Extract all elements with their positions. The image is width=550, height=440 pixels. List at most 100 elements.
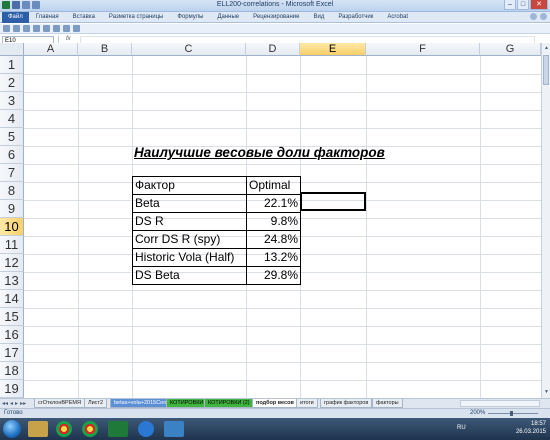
row-header-4[interactable]: 4 <box>0 110 24 128</box>
row-header-18[interactable]: 18 <box>0 362 24 380</box>
row-header-15[interactable]: 15 <box>0 308 24 326</box>
cell-c9[interactable]: Фактор <box>135 176 175 194</box>
cell-d13[interactable]: 13.2% <box>246 248 298 266</box>
worksheet-grid[interactable]: A B C D E F G 1 2 3 4 5 6 7 8 9 10 11 12… <box>0 43 541 398</box>
internet-explorer-icon[interactable] <box>138 421 154 437</box>
tab-review[interactable]: Рецензирование <box>246 14 306 20</box>
save-icon[interactable] <box>23 25 30 32</box>
scroll-thumb[interactable] <box>543 55 549 85</box>
preview-icon[interactable] <box>43 25 50 32</box>
chrome-icon[interactable] <box>56 421 72 437</box>
scroll-down-icon[interactable]: ▼ <box>543 389 550 396</box>
cell-d14[interactable]: 29.8% <box>246 266 298 284</box>
row-header-1[interactable]: 1 <box>0 56 24 74</box>
sheet-tab-7[interactable]: итоги <box>296 399 318 408</box>
sheet-tab-1[interactable]: сгОтклонВРЕМЯ <box>34 399 85 408</box>
zoom-slider-handle[interactable] <box>510 411 513 416</box>
vertical-scrollbar[interactable]: ▲ ▼ <box>541 43 550 398</box>
redo-icon[interactable] <box>63 25 70 32</box>
row-header-2[interactable]: 2 <box>0 74 24 92</box>
ribbon-minimize-icon[interactable] <box>530 13 537 20</box>
open-icon[interactable] <box>13 25 20 32</box>
sheet-tab-2[interactable]: Лист2 <box>84 399 108 408</box>
column-header-a[interactable]: A <box>24 43 78 56</box>
gridline <box>24 74 541 75</box>
minimize-button[interactable]: – <box>504 0 516 10</box>
row-header-19[interactable]: 19 <box>0 380 24 398</box>
row-header-11[interactable]: 11 <box>0 236 24 254</box>
start-button[interactable] <box>3 420 21 438</box>
maximize-button[interactable]: □ <box>517 0 529 10</box>
system-clock[interactable]: 18:57 26.03.2015 <box>516 420 546 436</box>
excel-icon[interactable] <box>108 421 128 437</box>
undo-icon[interactable] <box>53 25 60 32</box>
word-icon[interactable] <box>164 421 184 437</box>
cell-c13[interactable]: Historic Vola (Half) <box>135 248 234 266</box>
column-header-b[interactable]: B <box>78 43 132 56</box>
row-header-6[interactable]: 6 <box>0 146 24 164</box>
zoom-slider[interactable] <box>488 411 538 416</box>
sheet-tab-3[interactable]: betas+vola+2015Corr <box>110 399 171 408</box>
tab-acrobat[interactable]: Acrobat <box>380 14 415 20</box>
select-all-corner[interactable] <box>0 43 24 56</box>
chrome-icon[interactable] <box>82 421 98 437</box>
cell-d10[interactable]: 22.1% <box>246 194 298 212</box>
horizontal-scrollbar[interactable] <box>460 400 540 407</box>
column-header-e[interactable]: E <box>300 43 366 56</box>
column-header-d[interactable]: D <box>246 43 300 56</box>
sort-icon[interactable] <box>73 25 80 32</box>
prev-sheet-icon[interactable]: ◂ <box>10 400 13 407</box>
cell-c10[interactable]: Beta <box>135 194 160 212</box>
active-cell-selection[interactable] <box>300 192 366 211</box>
row-header-14[interactable]: 14 <box>0 290 24 308</box>
column-header-c[interactable]: C <box>132 43 246 56</box>
sheet-tab-6[interactable]: подбор весов <box>252 399 298 408</box>
gridline <box>78 56 79 398</box>
tab-home[interactable]: Главная <box>29 14 66 20</box>
tab-formulas[interactable]: Формулы <box>170 14 210 20</box>
row-header-13[interactable]: 13 <box>0 272 24 290</box>
row-header-9[interactable]: 9 <box>0 200 24 218</box>
cell-d9[interactable]: Optimal <box>249 176 290 194</box>
row-header-3[interactable]: 3 <box>0 92 24 110</box>
tab-developer[interactable]: Разработчик <box>331 14 380 20</box>
explorer-icon[interactable] <box>28 421 48 437</box>
sheet-tab-8[interactable]: график факторов <box>320 399 373 408</box>
scroll-up-icon[interactable]: ▲ <box>543 45 550 52</box>
row-header-7[interactable]: 7 <box>0 164 24 182</box>
gridline <box>24 308 541 309</box>
gridline <box>24 290 541 291</box>
tab-file[interactable]: Файл <box>2 11 29 23</box>
sheet-tab-5[interactable]: КОТИРОВКИ (2) <box>204 399 254 408</box>
row-header-8[interactable]: 8 <box>0 182 24 200</box>
zoom-level[interactable]: 200% <box>470 410 485 416</box>
cell-c12[interactable]: Corr DS R (spy) <box>135 230 220 248</box>
tab-insert[interactable]: Вставка <box>66 14 102 20</box>
row-header-12[interactable]: 12 <box>0 254 24 272</box>
row-header-17[interactable]: 17 <box>0 344 24 362</box>
row-header-10[interactable]: 10 <box>0 218 24 236</box>
print-icon[interactable] <box>33 25 40 32</box>
fx-icon[interactable]: fx <box>66 36 71 42</box>
tab-page-layout[interactable]: Разметка страницы <box>102 14 170 20</box>
sheet-tab-4[interactable]: КОТИРОВКИ <box>166 399 208 408</box>
cell-d12[interactable]: 24.8% <box>246 230 298 248</box>
sheet-tab-9[interactable]: факторы <box>372 399 403 408</box>
cell-c14[interactable]: DS Beta <box>135 266 180 284</box>
close-button[interactable]: ✕ <box>530 0 548 10</box>
cell-d11[interactable]: 9.8% <box>246 212 298 230</box>
tab-data[interactable]: Данные <box>210 14 246 20</box>
last-sheet-icon[interactable]: ▸▸ <box>20 400 26 407</box>
row-header-5[interactable]: 5 <box>0 128 24 146</box>
window-controls: – □ ✕ <box>504 0 548 10</box>
help-icon[interactable] <box>540 13 547 20</box>
language-indicator[interactable]: RU <box>457 425 466 431</box>
column-header-g[interactable]: G <box>480 43 541 56</box>
row-header-16[interactable]: 16 <box>0 326 24 344</box>
new-icon[interactable] <box>3 25 10 32</box>
first-sheet-icon[interactable]: ◂◂ <box>2 400 8 407</box>
cell-c11[interactable]: DS R <box>135 212 164 230</box>
next-sheet-icon[interactable]: ▸ <box>15 400 18 407</box>
column-header-f[interactable]: F <box>366 43 480 56</box>
tab-view[interactable]: Вид <box>307 14 332 20</box>
